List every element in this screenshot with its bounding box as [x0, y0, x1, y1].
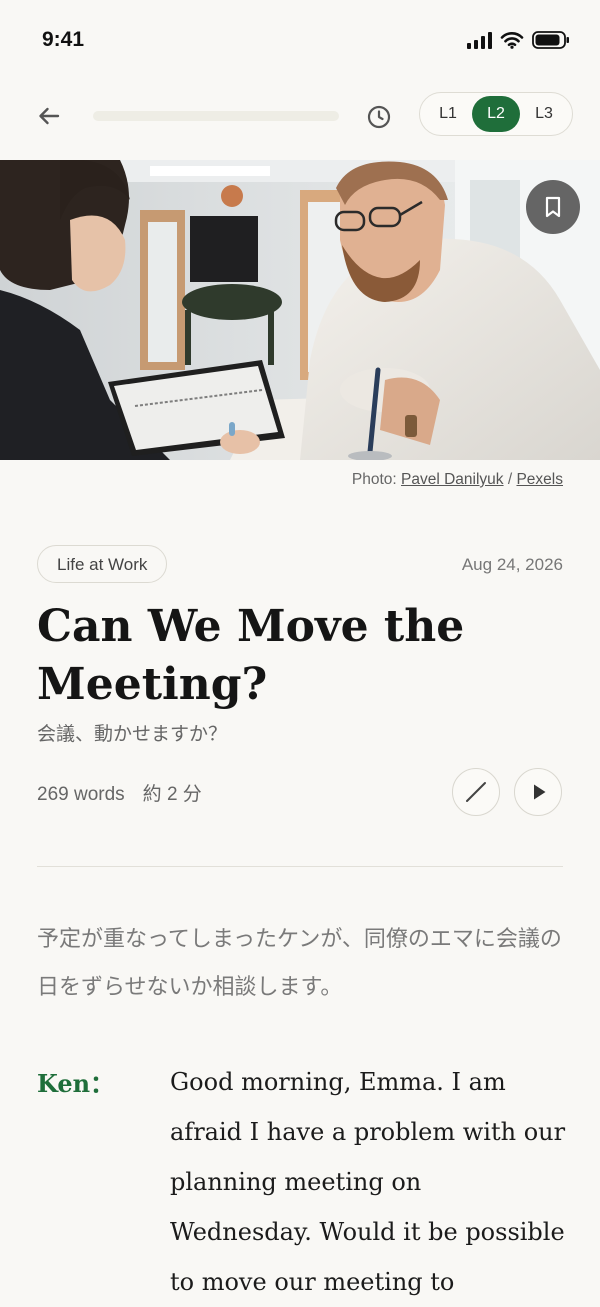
level-option-l3[interactable]: L3 — [520, 96, 568, 132]
dialogue-speaker: Ken： — [37, 1069, 115, 1098]
clock-icon[interactable] — [364, 102, 394, 132]
highlight-toggle-button[interactable] — [452, 768, 500, 816]
reader-toolbar: L1 L2 L3 — [0, 88, 600, 144]
article-hero-photo — [0, 160, 600, 460]
play-icon — [534, 784, 546, 800]
status-bar: 9:41 — [0, 0, 600, 80]
level-option-l1[interactable]: L1 — [424, 96, 472, 132]
status-icons — [467, 30, 570, 50]
article-subtitle-japanese: 会議、動かせますか？ — [37, 724, 228, 745]
photo-credit-prefix: Photo: — [351, 471, 402, 488]
level-option-l2[interactable]: L2 — [472, 96, 520, 132]
article-meta: 269 words 約 2 分 — [37, 779, 202, 806]
bookmark-icon — [545, 196, 561, 218]
arrow-left-icon[interactable] — [34, 101, 64, 131]
play-audio-button[interactable] — [514, 768, 562, 816]
dialogue-line[interactable]: Good morning, Emma. I am afraid I have a… — [170, 1057, 570, 1307]
bookmark-button[interactable] — [526, 180, 580, 234]
cellular-signal-icon — [467, 31, 492, 49]
status-time: 9:41 — [42, 28, 85, 51]
read-time: 約 2 分 — [142, 784, 202, 805]
photo-source-link[interactable]: Pexels — [516, 471, 563, 488]
reading-progress-bar — [93, 111, 339, 121]
category-chip[interactable]: Life at Work — [37, 545, 168, 583]
slash-icon — [466, 782, 486, 802]
word-count: 269 words — [37, 784, 125, 805]
photo-illustration — [0, 160, 600, 460]
photo-credit: Photo: Pavel Danilyuk / Pexels — [352, 471, 563, 489]
article-intro-japanese: 予定が重なってしまったケンが、同僚のエマに会議の日をずらせないか相談します。 — [37, 927, 562, 1000]
wifi-icon — [500, 32, 524, 49]
battery-icon — [532, 31, 569, 49]
header-divider — [37, 866, 563, 867]
article-title: Can We Move the Meeting? — [37, 601, 465, 710]
photo-credit-separator: / — [503, 471, 517, 488]
article-date: Aug 24, 2026 — [461, 555, 563, 574]
photo-author-link[interactable]: Pavel Danilyuk — [401, 471, 504, 488]
level-selector: L1 L2 L3 — [419, 92, 573, 136]
